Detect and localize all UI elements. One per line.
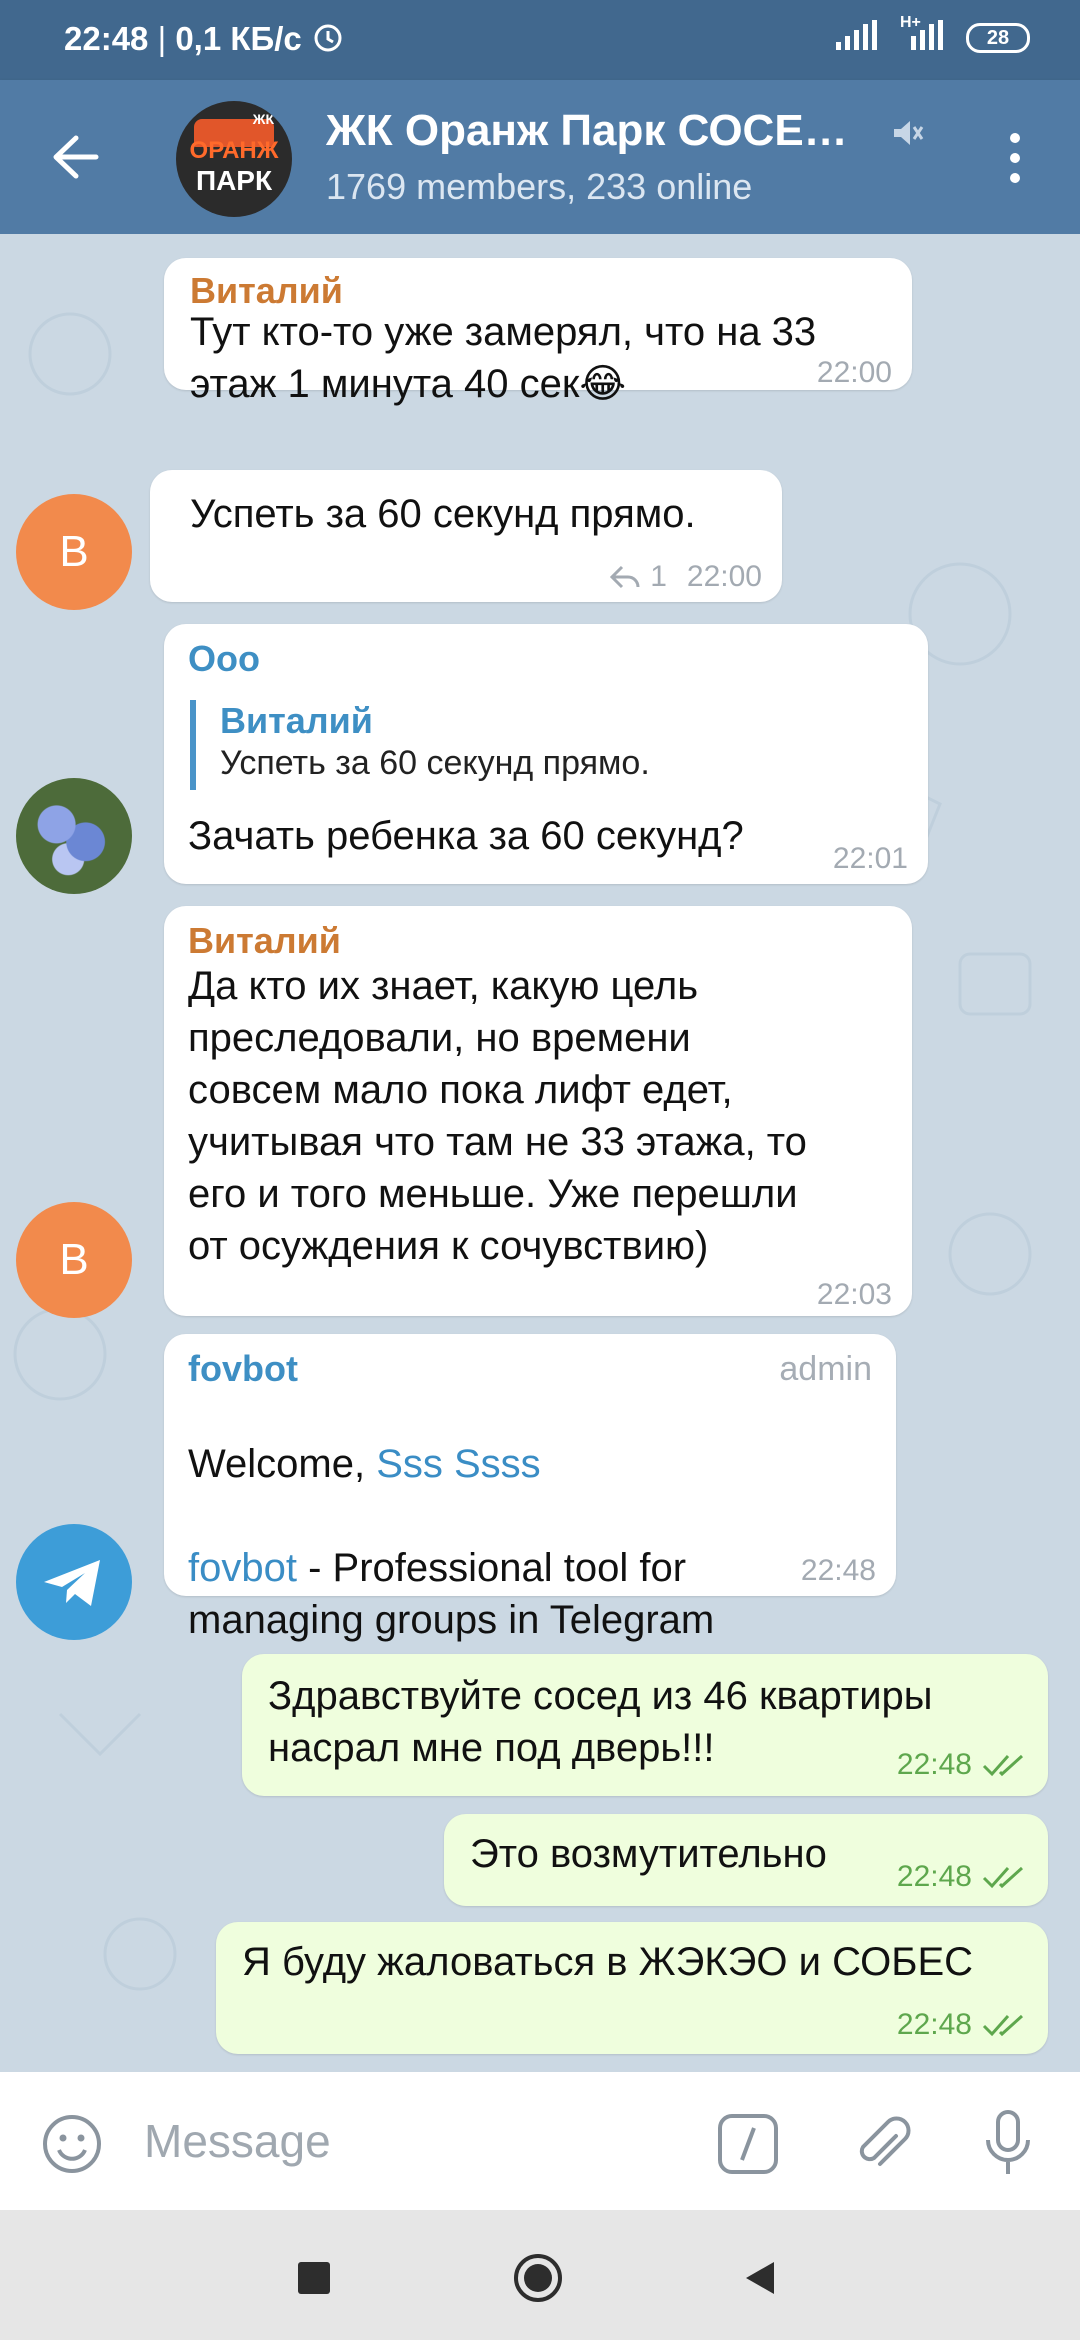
battery-icon: 28 (966, 22, 1030, 53)
slash-command-icon (718, 2114, 778, 2174)
reply-count: 1 (650, 560, 667, 593)
user-mention-link[interactable]: Sss Ssss (376, 1442, 540, 1486)
message-sender[interactable]: Ооо (188, 638, 260, 680)
message-meta: 22:48 (897, 1860, 1028, 1894)
reply-icon (610, 565, 640, 589)
message-list[interactable]: Виталий Тут кто-то уже замерял, что на 3… (0, 234, 1080, 2072)
message-text: Да кто их знает, какую цель преследовали… (188, 964, 807, 1268)
battery-level: 28 (986, 26, 1010, 49)
message-time: 22:03 (816, 1278, 892, 1311)
attach-button[interactable] (850, 2112, 914, 2176)
emoji-button[interactable] (40, 2112, 104, 2176)
back-nav-button[interactable] (742, 2260, 778, 2296)
arrow-left-icon (53, 135, 99, 179)
home-button[interactable] (512, 2252, 564, 2304)
message-bubble[interactable]: Виталий Тут кто-то уже замерял, что на 3… (164, 258, 912, 406)
voice-record-button[interactable] (980, 2108, 1036, 2178)
emoji-icon (43, 2115, 101, 2173)
message-bubble[interactable]: fovbot admin Welcome, Sss Ssss fovbot - … (164, 1334, 896, 1642)
message-time: 22:00 (686, 560, 762, 593)
alarm-icon (311, 20, 345, 62)
message-time: 22:48 (896, 2008, 972, 2041)
more-vertical-icon (1010, 133, 1020, 183)
bot-link[interactable]: fovbot (188, 1546, 297, 1590)
message-text: Я буду жаловаться в ЖЭКЭО и СОБЕС (242, 1940, 974, 1984)
message-meta: 22:48 (897, 1748, 1028, 1782)
message-text: Здравствуйте сосед из 46 квартиры насрал… (268, 1674, 933, 1770)
admin-badge: admin (779, 1350, 872, 1388)
quote-text: Успеть за 60 секунд прямо. (220, 744, 650, 782)
system-nav-bar (0, 2210, 1080, 2340)
chat-header: ЖК ОРАНЖ ПАРК ЖК Оранж Парк СОСЕ… 1769 m… (0, 80, 1080, 234)
message-time: 22:00 (816, 356, 892, 389)
bot-commands-button[interactable] (716, 2112, 780, 2176)
back-button[interactable] (46, 122, 106, 192)
message-sender[interactable]: Виталий (188, 920, 341, 962)
message-text: Тут кто-то уже замерял, что на 33 этаж 1… (190, 310, 817, 406)
group-avatar[interactable]: ЖК ОРАНЖ ПАРК (176, 101, 292, 217)
telegram-icon (44, 1560, 100, 1606)
status-bar: 22:48 | 0,1 КБ/с H+ 28 (0, 0, 1080, 80)
message-text: Это возмутительно (470, 1832, 827, 1876)
status-speed: 0,1 КБ/с (175, 20, 302, 57)
message-time: 22:48 (896, 1860, 972, 1893)
quote-sender: Виталий (220, 700, 373, 741)
reply-quote[interactable]: Виталий Успеть за 60 секунд прямо. (190, 700, 796, 790)
paperclip-icon (859, 2116, 911, 2166)
message-meta: 1 22:00 (608, 560, 762, 594)
double-check-icon (982, 1866, 1024, 1889)
message-bubble[interactable]: Успеть за 60 секунд прямо. 1 22:00 (150, 470, 782, 602)
triangle-back-icon (746, 2262, 774, 2294)
chat-subtitle: 1769 members, 233 online (326, 166, 753, 207)
avatar[interactable]: В (16, 1202, 132, 1318)
message-composer: Message (0, 2072, 1080, 2210)
message-bubble[interactable]: Ооо Виталий Успеть за 60 секунд прямо. З… (164, 624, 928, 884)
avatar[interactable]: В (16, 494, 132, 610)
avatar[interactable] (16, 1524, 132, 1640)
muted-icon (890, 116, 924, 155)
signal-hplus-icon: H+ (900, 14, 944, 55)
double-check-icon (982, 1754, 1024, 1777)
message-text: Зачать ребенка за 60 секунд? (188, 814, 744, 858)
message-bubble[interactable]: Виталий Да кто их знает, какую цель прес… (164, 906, 912, 1316)
message-text: Успеть за 60 секунд прямо. (190, 492, 696, 536)
home-circle-icon (514, 2254, 562, 2302)
message-input[interactable]: Message (144, 2114, 331, 2168)
message-meta: 22:48 (897, 2008, 1028, 2042)
message-time: 22:48 (896, 1748, 972, 1781)
double-check-icon (982, 2014, 1024, 2037)
message-text: Welcome, Sss Ssss (188, 1442, 541, 1486)
signal-icon (834, 20, 878, 55)
outgoing-message-bubble[interactable]: Это возмутительно 22:48 (444, 1814, 1048, 1906)
outgoing-message-bubble[interactable]: Я буду жаловаться в ЖЭКЭО и СОБЕС 22:48 (216, 1922, 1048, 2054)
chat-title[interactable]: ЖК Оранж Парк СОСЕ… (326, 106, 848, 156)
recent-apps-button[interactable] (298, 2262, 330, 2294)
avatar[interactable] (16, 778, 132, 894)
message-text: fovbot - Professional tool for managing … (188, 1546, 715, 1642)
status-time: 22:48 (64, 20, 149, 57)
message-sender[interactable]: fovbot (188, 1348, 298, 1390)
microphone-icon (986, 2110, 1030, 2174)
message-time: 22:48 (800, 1554, 876, 1587)
outgoing-message-bubble[interactable]: Здравствуйте сосед из 46 квартиры насрал… (242, 1654, 1048, 1796)
message-time: 22:01 (832, 842, 908, 875)
more-menu-button[interactable] (1000, 128, 1030, 188)
